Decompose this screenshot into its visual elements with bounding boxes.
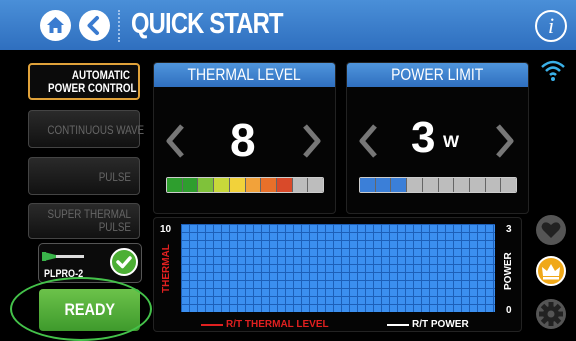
- thermal-bar-segment: [245, 178, 262, 192]
- thermal-bar-segment: [308, 178, 323, 192]
- power-bar-segment: [501, 178, 516, 192]
- legend-thermal-swatch: [201, 324, 223, 326]
- thermal-level-panel: THERMAL LEVEL 8: [153, 62, 336, 214]
- thermal-bar-segment: [292, 178, 309, 192]
- power-bar-segment: [485, 178, 502, 192]
- power-bar-segment: [375, 178, 392, 192]
- power-limit-bar: [359, 177, 517, 193]
- back-button[interactable]: [79, 10, 110, 41]
- heart-icon: [541, 222, 561, 238]
- power-limit-value: 3: [411, 113, 436, 162]
- thermal-bar-segment: [182, 178, 199, 192]
- legend-power-swatch: [387, 324, 409, 326]
- gear-icon: [539, 302, 563, 326]
- legend-thermal-label: R/T THERMAL LEVEL: [226, 319, 329, 330]
- mode-label-stp: SUPER THERMAL PULSE: [47, 207, 131, 234]
- power-increase-icon[interactable]: [494, 123, 516, 159]
- power-limit-unit: W: [443, 132, 460, 151]
- probe-connected-check-icon: [110, 248, 138, 276]
- power-bar-segment: [360, 178, 376, 192]
- header-divider: [118, 10, 123, 42]
- mode-continuous-wave[interactable]: CONTINUOUS WAVE: [28, 110, 145, 148]
- back-icon: [87, 16, 99, 35]
- settings-button[interactable]: [536, 299, 566, 329]
- thermal-bar-segment: [261, 178, 277, 192]
- power-limit-title: POWER LIMIT: [391, 65, 484, 84]
- thermal-bar-segment: [198, 178, 215, 192]
- power-decrease-icon[interactable]: [357, 123, 379, 159]
- power-bar-segment: [438, 178, 455, 192]
- mode-label-apc: AUTOMATIC POWER CONTROL: [48, 68, 137, 95]
- chart-right-axis-label: POWER: [503, 252, 514, 290]
- mode-label-pulse: PULSE: [98, 170, 131, 184]
- mode-pulse[interactable]: PULSE: [28, 157, 140, 195]
- chart-left-axis-label: THERMAL: [161, 244, 172, 293]
- power-limit-header: POWER LIMIT: [347, 63, 528, 87]
- realtime-chart-grid: [181, 224, 495, 312]
- thermal-decrease-icon[interactable]: [164, 123, 186, 159]
- mode-label-cw: CONTINUOUS WAVE: [47, 123, 145, 137]
- power-bar-segment: [469, 178, 486, 192]
- mode-automatic-power-control[interactable]: AUTOMATIC POWER CONTROL: [28, 63, 140, 100]
- power-bar-segment: [407, 178, 423, 192]
- power-bar-segment: [422, 178, 439, 192]
- home-icon: [47, 17, 64, 33]
- chart-left-max-label: 10: [160, 224, 172, 235]
- wifi-icon: [541, 60, 565, 81]
- thermal-bar-segment: [229, 178, 246, 192]
- ready-highlight-ellipse: [10, 277, 152, 341]
- power-bar-segment: [454, 178, 470, 192]
- mode-super-thermal-pulse[interactable]: SUPER THERMAL PULSE: [28, 203, 140, 239]
- thermal-bar-segment: [214, 178, 230, 192]
- power-bar-segment: [391, 178, 408, 192]
- thermal-bar-segment: [276, 178, 293, 192]
- chart-right-min-label: 0: [506, 305, 512, 316]
- thermal-increase-icon[interactable]: [301, 123, 323, 159]
- probe-icon: [42, 252, 84, 261]
- home-button[interactable]: [40, 10, 71, 41]
- thermal-level-title: THERMAL LEVEL: [187, 65, 302, 84]
- thermal-level-bar: [166, 177, 324, 193]
- thermal-level-value: 8: [230, 114, 256, 166]
- chart-right-max-label: 3: [506, 224, 512, 235]
- crown-icon: [542, 264, 560, 280]
- favorite-button[interactable]: [536, 215, 566, 245]
- power-limit-panel: POWER LIMIT 3 W: [346, 62, 529, 214]
- legend-power-label: R/T POWER: [412, 319, 469, 330]
- page-title: QUICK START: [131, 8, 284, 40]
- thermal-bar-segment: [167, 178, 183, 192]
- thermal-level-header: THERMAL LEVEL: [154, 63, 335, 87]
- info-icon[interactable]: i: [535, 10, 567, 42]
- premium-button[interactable]: [536, 256, 566, 286]
